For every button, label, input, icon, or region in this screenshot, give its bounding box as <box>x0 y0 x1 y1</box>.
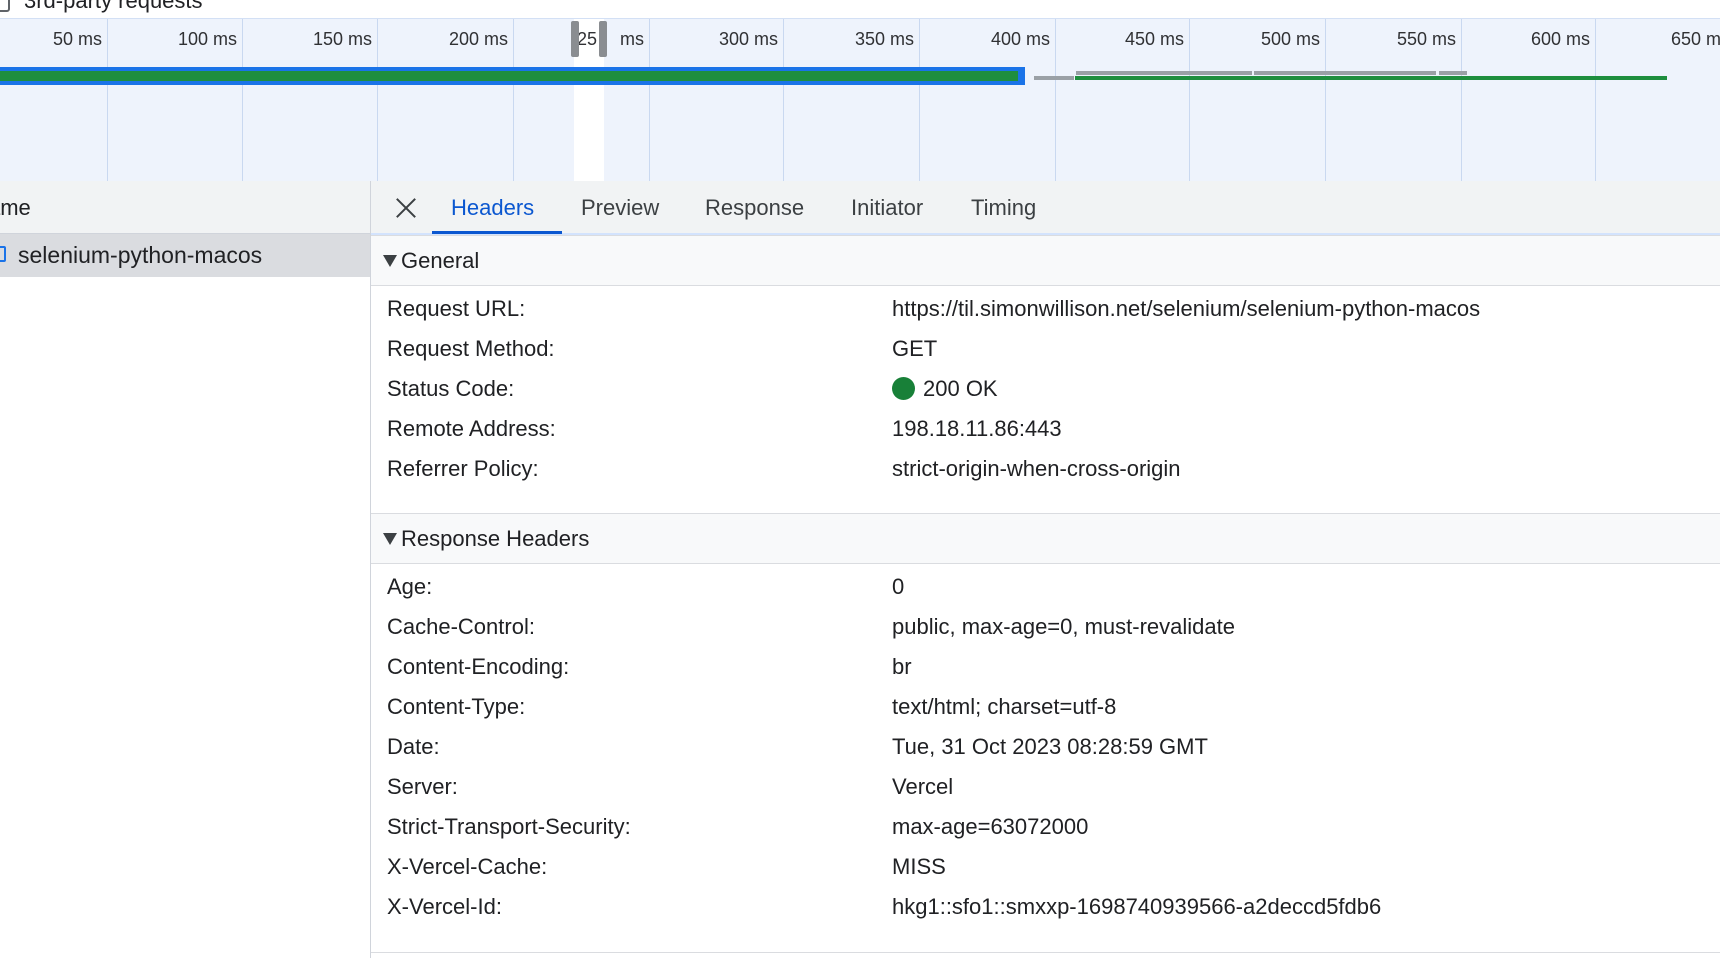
header-value[interactable]: 0 <box>892 574 904 600</box>
tick-label: 150 ms <box>312 29 372 49</box>
header-row: Content-Type: text/html; charset=utf-8 <box>371 686 1720 726</box>
header-row: Status Code: 200 OK <box>371 368 1720 408</box>
general-section-header[interactable]: General <box>371 235 1720 286</box>
header-row: Request Method: GET <box>371 328 1720 368</box>
third-party-label: 3rd-party requests <box>24 0 203 13</box>
tick-label: 400 ms <box>990 29 1050 49</box>
tab-initiator[interactable]: Initiator <box>851 195 923 221</box>
third-party-checkbox[interactable] <box>0 0 10 12</box>
waterfall-bar-gray <box>1254 71 1436 75</box>
header-row: Remote Address: 198.18.11.86:443 <box>371 408 1720 448</box>
triangle-down-icon <box>383 255 397 267</box>
header-value[interactable]: https://til.simonwillison.net/selenium/s… <box>892 296 1480 322</box>
tab-response[interactable]: Response <box>705 195 804 221</box>
close-icon[interactable] <box>395 196 417 218</box>
section-title: Response Headers <box>401 526 590 551</box>
request-name: selenium-python-macos <box>18 242 263 268</box>
name-column-label: ame <box>0 195 31 220</box>
tick-label: ms <box>620 29 644 49</box>
tick-label: 450 ms <box>1124 29 1184 49</box>
details-tabbar: Headers Preview Response Initiator Timin… <box>371 181 1720 235</box>
overview-timeline[interactable]: 50 ms 100 ms 150 ms 200 ms 25 ms 300 ms … <box>0 18 1720 182</box>
tick-label: 100 ms <box>177 29 237 49</box>
header-value[interactable]: text/html; charset=utf-8 <box>892 694 1116 720</box>
header-value[interactable]: public, max-age=0, must-revalidate <box>892 614 1235 640</box>
waterfall-bar-green <box>0 71 1018 81</box>
waterfall-bar-gray <box>1439 71 1467 75</box>
active-tab-underline <box>432 231 562 234</box>
header-row: Referrer Policy: strict-origin-when-cros… <box>371 448 1720 488</box>
filter-row: 3rd-party requests <box>0 0 1720 18</box>
header-key: Content-Encoding: <box>387 654 570 679</box>
header-row: Server: Vercel <box>371 766 1720 806</box>
overview-right-handle[interactable] <box>599 21 607 57</box>
tick-label: 500 ms <box>1260 29 1320 49</box>
section-title: General <box>401 248 480 273</box>
status-code-text: 200 OK <box>923 376 998 401</box>
header-row: Content-Encoding: br <box>371 646 1720 686</box>
overview-left-handle[interactable] <box>571 21 579 57</box>
name-column-header[interactable]: ame <box>0 181 370 234</box>
header-value[interactable]: strict-origin-when-cross-origin <box>892 456 1181 482</box>
header-row: Date: Tue, 31 Oct 2023 08:28:59 GMT <box>371 726 1720 766</box>
tab-headers[interactable]: Headers <box>451 195 534 221</box>
header-value[interactable]: Tue, 31 Oct 2023 08:28:59 GMT <box>892 734 1208 760</box>
header-value[interactable]: GET <box>892 336 937 362</box>
tick-label: 50 ms <box>52 29 102 49</box>
section-divider <box>371 952 1720 953</box>
header-row: Strict-Transport-Security: max-age=63072… <box>371 806 1720 846</box>
tick-label: 600 ms <box>1530 29 1590 49</box>
tick-label: 350 ms <box>854 29 914 49</box>
header-key: Content-Type: <box>387 694 526 719</box>
tab-preview[interactable]: Preview <box>581 195 659 221</box>
tick-label: 650 ms <box>1670 29 1720 49</box>
header-row: Age: 0 <box>371 566 1720 606</box>
header-key: Server: <box>387 774 458 799</box>
tick-label: 200 ms <box>448 29 508 49</box>
tick-label: 550 ms <box>1396 29 1456 49</box>
tab-timing[interactable]: Timing <box>971 195 1036 221</box>
header-key: Remote Address: <box>387 416 556 441</box>
request-details-panel: Headers Preview Response Initiator Timin… <box>371 181 1720 958</box>
header-key: Request Method: <box>387 336 555 361</box>
status-ok-dot-icon <box>892 377 915 400</box>
waterfall-bar-green-thin <box>1075 76 1667 80</box>
header-row: Cache-Control: public, max-age=0, must-r… <box>371 606 1720 646</box>
header-value[interactable]: br <box>892 654 912 680</box>
header-key: Status Code: <box>387 376 515 401</box>
header-value[interactable]: max-age=63072000 <box>892 814 1088 840</box>
tick-label: 300 ms <box>718 29 778 49</box>
request-list-panel: ame selenium-python-macos <box>0 181 371 958</box>
header-key: Referrer Policy: <box>387 456 539 481</box>
header-key: Strict-Transport-Security: <box>387 814 631 839</box>
waterfall-bar-gray <box>1034 76 1074 80</box>
header-row: X-Vercel-Cache: MISS <box>371 846 1720 886</box>
response-headers-section-header[interactable]: Response Headers <box>371 513 1720 564</box>
document-icon <box>0 246 6 262</box>
waterfall-bar-gray <box>1076 71 1252 75</box>
header-key: Cache-Control: <box>387 614 535 639</box>
header-row: X-Vercel-Id: hkg1::sfo1::smxxp-169874093… <box>371 886 1720 926</box>
header-key: Date: <box>387 734 440 759</box>
triangle-down-icon <box>383 533 397 545</box>
header-key: Request URL: <box>387 296 526 321</box>
header-value[interactable]: hkg1::sfo1::smxxp-1698740939566-a2deccd5… <box>892 894 1381 920</box>
header-key: Age: <box>387 574 433 599</box>
header-value[interactable]: 198.18.11.86:443 <box>892 416 1062 442</box>
header-key: X-Vercel-Id: <box>387 894 502 919</box>
header-key: X-Vercel-Cache: <box>387 854 548 879</box>
header-value[interactable]: MISS <box>892 854 946 880</box>
status-code-value[interactable]: 200 OK <box>892 376 998 402</box>
header-value[interactable]: Vercel <box>892 774 953 800</box>
request-row[interactable]: selenium-python-macos <box>0 234 370 277</box>
header-row: Request URL: https://til.simonwillison.n… <box>371 288 1720 328</box>
